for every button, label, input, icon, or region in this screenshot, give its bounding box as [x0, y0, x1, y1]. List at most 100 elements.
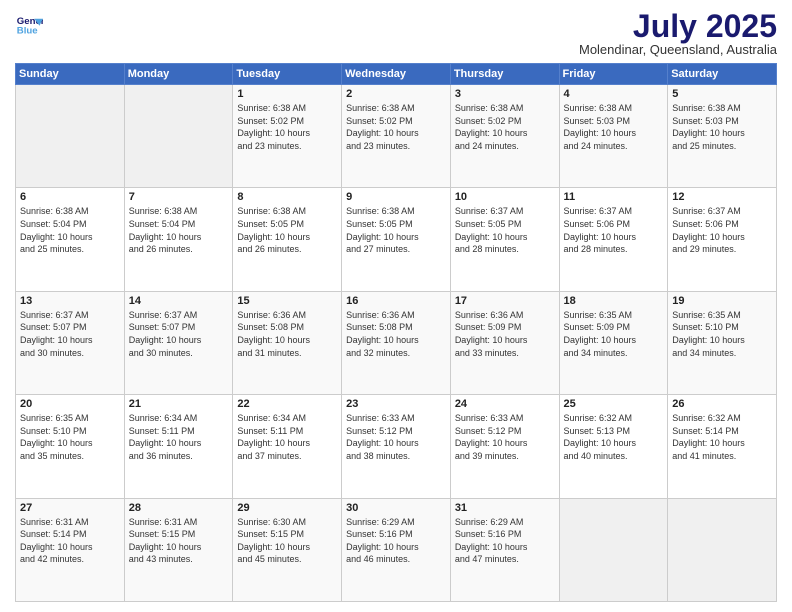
week-row-1: 1 Sunrise: 6:38 AM Sunset: 5:02 PM Daylig… [16, 85, 777, 188]
cell-content: Sunrise: 6:37 AM Sunset: 5:06 PM Dayligh… [672, 205, 772, 255]
day-number: 29 [237, 502, 337, 514]
day-number: 1 [237, 88, 337, 100]
calendar-cell: 2Sunrise: 6:38 AM Sunset: 5:02 PM Daylig… [342, 85, 451, 188]
calendar-cell: 6 Sunrise: 6:38 AM Sunset: 5:04 PM Daylig… [16, 188, 125, 291]
cell-content: Sunrise: 6:36 AM Sunset: 5:08 PM Dayligh… [346, 309, 446, 359]
header-cell-thursday: Thursday [450, 64, 559, 85]
calendar-cell: 25 Sunrise: 6:32 AM Sunset: 5:13 PM Dayli… [559, 395, 668, 498]
header: General Blue July 2025 Molendinar, Queen… [15, 10, 777, 57]
day-number: 20 [20, 398, 120, 410]
day-number: 2 [346, 88, 446, 100]
day-number: 31 [455, 502, 555, 514]
cell-content: Sunrise: 6:29 AM Sunset: 5:16 PM Dayligh… [455, 516, 555, 566]
calendar-cell: 16 Sunrise: 6:36 AM Sunset: 5:08 PM Dayli… [342, 291, 451, 394]
month-title: July 2025 [579, 10, 777, 42]
cell-content: Sunrise: 6:38 AM Sunset: 5:03 PM Dayligh… [672, 102, 772, 152]
cell-content: Sunrise: 6:36 AM Sunset: 5:08 PM Dayligh… [237, 309, 337, 359]
calendar-cell: 15 Sunrise: 6:36 AM Sunset: 5:08 PM Dayli… [233, 291, 342, 394]
week-row-2: 6 Sunrise: 6:38 AM Sunset: 5:04 PM Daylig… [16, 188, 777, 291]
cell-content: Sunrise: 6:37 AM Sunset: 5:07 PM Dayligh… [129, 309, 229, 359]
cell-content: Sunrise: 6:38 AM Sunset: 5:02 PM Dayligh… [455, 102, 555, 152]
day-number: 5 [672, 88, 772, 100]
week-row-5: 27Sunrise: 6:31 AM Sunset: 5:14 PM Dayli… [16, 498, 777, 601]
calendar-cell: 4 Sunrise: 6:38 AM Sunset: 5:03 PM Daylig… [559, 85, 668, 188]
calendar-cell: 12 Sunrise: 6:37 AM Sunset: 5:06 PM Dayli… [668, 188, 777, 291]
day-number: 26 [672, 398, 772, 410]
cell-content: Sunrise: 6:32 AM Sunset: 5:13 PM Dayligh… [564, 412, 664, 462]
calendar-cell: 29Sunrise: 6:30 AM Sunset: 5:15 PM Dayli… [233, 498, 342, 601]
header-cell-monday: Monday [124, 64, 233, 85]
header-cell-sunday: Sunday [16, 64, 125, 85]
calendar-cell: 13 Sunrise: 6:37 AM Sunset: 5:07 PM Dayli… [16, 291, 125, 394]
cell-content: Sunrise: 6:34 AM Sunset: 5:11 PM Dayligh… [129, 412, 229, 462]
logo-icon: General Blue [15, 10, 43, 38]
location: Molendinar, Queensland, Australia [579, 42, 777, 57]
day-number: 6 [20, 191, 120, 203]
calendar-cell: 18Sunrise: 6:35 AM Sunset: 5:09 PM Dayli… [559, 291, 668, 394]
calendar-cell: 8 Sunrise: 6:38 AM Sunset: 5:05 PM Daylig… [233, 188, 342, 291]
header-cell-wednesday: Wednesday [342, 64, 451, 85]
cell-content: Sunrise: 6:36 AM Sunset: 5:09 PM Dayligh… [455, 309, 555, 359]
cell-content: Sunrise: 6:37 AM Sunset: 5:07 PM Dayligh… [20, 309, 120, 359]
header-cell-tuesday: Tuesday [233, 64, 342, 85]
day-number: 11 [564, 191, 664, 203]
calendar-cell: 7 Sunrise: 6:38 AM Sunset: 5:04 PM Daylig… [124, 188, 233, 291]
cell-content: Sunrise: 6:38 AM Sunset: 5:03 PM Dayligh… [564, 102, 664, 152]
day-number: 16 [346, 295, 446, 307]
cell-content: Sunrise: 6:38 AM Sunset: 5:05 PM Dayligh… [346, 205, 446, 255]
calendar-page: General Blue July 2025 Molendinar, Queen… [0, 0, 792, 612]
day-number: 14 [129, 295, 229, 307]
day-number: 28 [129, 502, 229, 514]
day-number: 21 [129, 398, 229, 410]
day-number: 24 [455, 398, 555, 410]
calendar-cell [124, 85, 233, 188]
cell-content: Sunrise: 6:35 AM Sunset: 5:09 PM Dayligh… [564, 309, 664, 359]
calendar-cell: 28 Sunrise: 6:31 AM Sunset: 5:15 PM Dayli… [124, 498, 233, 601]
cell-content: Sunrise: 6:38 AM Sunset: 5:05 PM Dayligh… [237, 205, 337, 255]
day-number: 9 [346, 191, 446, 203]
svg-text:Blue: Blue [17, 26, 38, 37]
day-number: 8 [237, 191, 337, 203]
cell-content: Sunrise: 6:35 AM Sunset: 5:10 PM Dayligh… [672, 309, 772, 359]
day-number: 12 [672, 191, 772, 203]
day-number: 22 [237, 398, 337, 410]
calendar-cell [559, 498, 668, 601]
day-number: 15 [237, 295, 337, 307]
header-cell-saturday: Saturday [668, 64, 777, 85]
day-number: 10 [455, 191, 555, 203]
day-number: 17 [455, 295, 555, 307]
calendar-cell [16, 85, 125, 188]
calendar-cell: 22Sunrise: 6:34 AM Sunset: 5:11 PM Dayli… [233, 395, 342, 498]
logo: General Blue [15, 10, 43, 38]
calendar-cell: 1Sunrise: 6:38 AM Sunset: 5:02 PM Daylig… [233, 85, 342, 188]
cell-content: Sunrise: 6:38 AM Sunset: 5:04 PM Dayligh… [20, 205, 120, 255]
calendar-cell: 19 Sunrise: 6:35 AM Sunset: 5:10 PM Dayli… [668, 291, 777, 394]
cell-content: Sunrise: 6:35 AM Sunset: 5:10 PM Dayligh… [20, 412, 120, 462]
calendar-cell: 9 Sunrise: 6:38 AM Sunset: 5:05 PM Daylig… [342, 188, 451, 291]
calendar-cell: 24Sunrise: 6:33 AM Sunset: 5:12 PM Dayli… [450, 395, 559, 498]
calendar-cell: 23Sunrise: 6:33 AM Sunset: 5:12 PM Dayli… [342, 395, 451, 498]
day-number: 4 [564, 88, 664, 100]
cell-content: Sunrise: 6:31 AM Sunset: 5:15 PM Dayligh… [129, 516, 229, 566]
calendar-cell: 14 Sunrise: 6:37 AM Sunset: 5:07 PM Dayli… [124, 291, 233, 394]
title-block: July 2025 Molendinar, Queensland, Austra… [579, 10, 777, 57]
day-number: 25 [564, 398, 664, 410]
header-cell-friday: Friday [559, 64, 668, 85]
calendar-cell: 26 Sunrise: 6:32 AM Sunset: 5:14 PM Dayli… [668, 395, 777, 498]
calendar-cell: 21 Sunrise: 6:34 AM Sunset: 5:11 PM Dayli… [124, 395, 233, 498]
calendar-table: SundayMondayTuesdayWednesdayThursdayFrid… [15, 63, 777, 602]
day-number: 19 [672, 295, 772, 307]
day-number: 13 [20, 295, 120, 307]
day-number: 23 [346, 398, 446, 410]
calendar-cell: 3Sunrise: 6:38 AM Sunset: 5:02 PM Daylig… [450, 85, 559, 188]
cell-content: Sunrise: 6:38 AM Sunset: 5:04 PM Dayligh… [129, 205, 229, 255]
cell-content: Sunrise: 6:31 AM Sunset: 5:14 PM Dayligh… [20, 516, 120, 566]
cell-content: Sunrise: 6:32 AM Sunset: 5:14 PM Dayligh… [672, 412, 772, 462]
calendar-cell: 5 Sunrise: 6:38 AM Sunset: 5:03 PM Daylig… [668, 85, 777, 188]
cell-content: Sunrise: 6:29 AM Sunset: 5:16 PM Dayligh… [346, 516, 446, 566]
week-row-3: 13 Sunrise: 6:37 AM Sunset: 5:07 PM Dayli… [16, 291, 777, 394]
week-row-4: 20 Sunrise: 6:35 AM Sunset: 5:10 PM Dayli… [16, 395, 777, 498]
header-row: SundayMondayTuesdayWednesdayThursdayFrid… [16, 64, 777, 85]
calendar-cell [668, 498, 777, 601]
day-number: 7 [129, 191, 229, 203]
